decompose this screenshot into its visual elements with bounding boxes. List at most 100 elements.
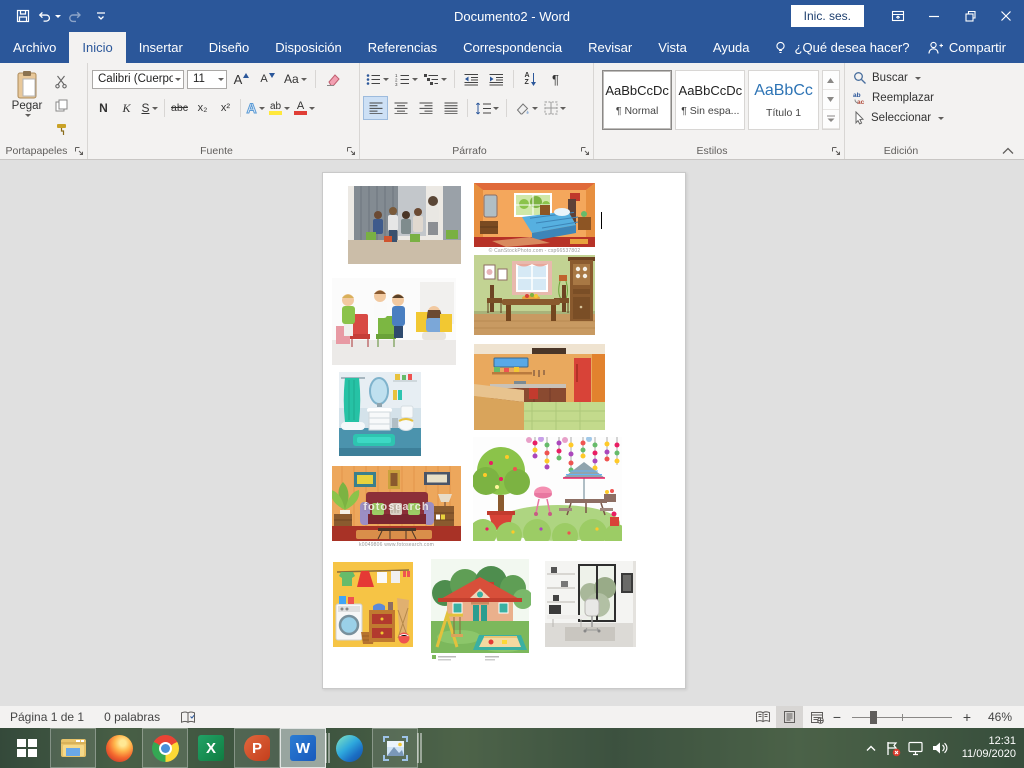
document-page[interactable]: © CanStockPhoto.com - csp66537802 — [322, 172, 686, 689]
inserted-image-house[interactable] — [429, 557, 531, 664]
align-left-button[interactable] — [364, 97, 387, 119]
minimize-button[interactable] — [916, 0, 952, 32]
font-dialog-launcher[interactable] — [345, 145, 356, 156]
share-button[interactable]: Compartir — [927, 32, 1024, 63]
tab-correspondencia[interactable]: Correspondencia — [450, 32, 575, 63]
inserted-image-kids-chairs[interactable] — [332, 278, 456, 365]
tab-revisar[interactable]: Revisar — [575, 32, 645, 63]
save-icon[interactable] — [10, 3, 35, 29]
web-layout-icon[interactable] — [803, 706, 830, 728]
styles-scroll-up-icon[interactable] — [823, 71, 839, 90]
bold-button[interactable]: N — [92, 97, 115, 119]
taskbar-photos-icon[interactable] — [372, 728, 418, 768]
change-case-button[interactable]: Aa — [282, 68, 309, 90]
read-mode-icon[interactable] — [749, 706, 776, 728]
taskbar-edge-icon[interactable] — [326, 728, 372, 768]
inserted-image-living-room[interactable]: fotosearch k0049806 www.fotosearch.com — [332, 466, 461, 549]
align-center-button[interactable] — [389, 97, 412, 119]
format-painter-icon[interactable] — [50, 118, 73, 140]
copy-icon[interactable] — [50, 94, 73, 116]
line-spacing-button[interactable] — [473, 97, 501, 119]
highlight-button[interactable]: ab — [267, 97, 292, 119]
show-marks-button[interactable]: ¶ — [544, 68, 567, 90]
inserted-image-bathroom[interactable] — [339, 372, 421, 456]
restore-button[interactable] — [952, 0, 988, 32]
italic-button[interactable]: K — [115, 97, 138, 119]
taskbar-word-icon[interactable]: W — [280, 728, 326, 768]
taskbar-file-explorer-icon[interactable] — [50, 728, 96, 768]
zoom-out-button[interactable]: − — [830, 709, 844, 725]
tray-chevron-icon[interactable] — [864, 743, 878, 753]
styles-scroll-down-icon[interactable] — [823, 90, 839, 109]
collapse-ribbon-icon[interactable] — [1002, 147, 1014, 155]
increase-indent-button[interactable] — [485, 68, 508, 90]
sign-in-button[interactable]: Inic. ses. — [791, 5, 864, 27]
text-effects-button[interactable]: A — [244, 97, 267, 119]
clipboard-dialog-launcher[interactable] — [73, 145, 84, 156]
proofing-icon[interactable] — [170, 711, 206, 724]
underline-button[interactable]: S — [138, 97, 161, 119]
ribbon-display-options-icon[interactable] — [880, 0, 916, 32]
tray-network-icon[interactable] — [907, 740, 925, 756]
paste-button[interactable]: Pegar — [4, 68, 50, 141]
zoom-in-button[interactable]: + — [960, 709, 974, 725]
tell-me-box[interactable]: ¿Qué desea hacer? — [763, 32, 920, 63]
taskbar-chrome-icon[interactable] — [142, 728, 188, 768]
style-no-spacing[interactable]: AaBbCcDc ¶ Sin espa... — [675, 70, 745, 130]
grow-font-button[interactable]: A — [230, 68, 253, 90]
undo-icon[interactable] — [36, 3, 61, 29]
inserted-image-laundry[interactable] — [333, 562, 413, 647]
replace-button[interactable]: ab ac Reemplazar — [849, 88, 953, 108]
align-right-button[interactable] — [414, 97, 437, 119]
tab-disposicion[interactable]: Disposición — [262, 32, 354, 63]
styles-dialog-launcher[interactable] — [830, 145, 841, 156]
inserted-image-children-playing[interactable] — [348, 186, 461, 264]
taskbar-firefox-icon[interactable] — [96, 728, 142, 768]
inserted-image-home-office[interactable] — [545, 561, 636, 647]
justify-button[interactable] — [439, 97, 462, 119]
bullets-button[interactable] — [364, 68, 391, 90]
shading-button[interactable] — [512, 97, 540, 119]
paste-dropdown[interactable] — [25, 114, 31, 120]
strikethrough-button[interactable]: abc — [168, 97, 191, 119]
clear-formatting-icon[interactable] — [322, 68, 345, 90]
subscript-button[interactable]: x₂ — [191, 97, 214, 119]
numbering-button[interactable]: 1 2 3 — [393, 68, 420, 90]
undo-dropdown[interactable] — [55, 15, 61, 21]
page-indicator[interactable]: Página 1 de 1 — [0, 710, 94, 724]
decrease-indent-button[interactable] — [460, 68, 483, 90]
tab-inicio[interactable]: Inicio — [69, 32, 125, 63]
inserted-image-dining-room[interactable] — [474, 255, 595, 335]
select-button[interactable]: Seleccionar — [849, 108, 953, 128]
font-color-button[interactable]: A — [292, 97, 317, 119]
taskbar-powerpoint-icon[interactable]: P — [234, 728, 280, 768]
tray-volume-icon[interactable] — [931, 740, 948, 756]
multilevel-list-button[interactable] — [422, 68, 449, 90]
font-size-combo[interactable]: 11 — [187, 70, 227, 89]
cut-icon[interactable] — [50, 70, 73, 92]
styles-gallery-scroll[interactable] — [822, 70, 840, 130]
paragraph-dialog-launcher[interactable] — [579, 145, 590, 156]
borders-button[interactable] — [542, 97, 568, 119]
zoom-slider-thumb[interactable] — [870, 711, 877, 724]
shrink-font-button[interactable]: A — [256, 68, 279, 90]
tray-security-flag-icon[interactable] — [884, 740, 901, 757]
tab-insertar[interactable]: Insertar — [126, 32, 196, 63]
sort-button[interactable]: AZ — [519, 68, 542, 90]
styles-more-icon[interactable] — [823, 110, 839, 129]
style-heading1[interactable]: AaBbCc Título 1 — [748, 70, 818, 130]
inserted-image-bedroom[interactable]: © CanStockPhoto.com - csp66537802 — [474, 183, 595, 255]
taskbar-excel-icon[interactable]: X — [188, 728, 234, 768]
inserted-image-kitchen[interactable] — [474, 344, 605, 430]
customize-qat-icon[interactable] — [88, 3, 113, 29]
print-layout-icon[interactable] — [776, 706, 803, 728]
close-button[interactable] — [988, 0, 1024, 32]
find-button[interactable]: Buscar — [849, 68, 953, 88]
zoom-slider[interactable] — [852, 717, 952, 718]
tab-archivo[interactable]: Archivo — [0, 32, 69, 63]
superscript-button[interactable]: x² — [214, 97, 237, 119]
inserted-image-garden[interactable] — [473, 437, 622, 541]
tab-diseno[interactable]: Diseño — [196, 32, 262, 63]
start-button[interactable] — [4, 728, 50, 768]
tray-clock[interactable]: 12:31 11/09/2020 — [954, 735, 1016, 761]
